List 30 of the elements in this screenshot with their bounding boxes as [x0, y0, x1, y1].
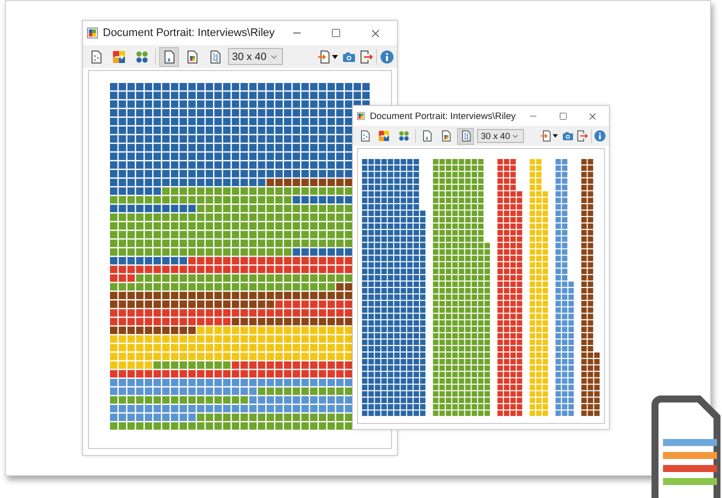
dotted-page-icon: [358, 130, 370, 142]
dotted-page-icon: [89, 50, 103, 64]
app-icon: [87, 27, 98, 39]
colored-page-icon: [440, 130, 452, 142]
info-icon[interactable]: [380, 50, 394, 64]
exit-icon[interactable]: [359, 50, 373, 64]
ruled-page-icon: [208, 50, 222, 64]
color-tiles-icon: [112, 50, 126, 64]
window-title: Document Portrait: Interviews\Riley: [102, 27, 275, 39]
maximize-icon[interactable]: [331, 28, 342, 38]
export-page-icon[interactable]: [540, 130, 560, 142]
page-icon: [420, 130, 433, 142]
app-icon: [357, 111, 365, 122]
colored-page-icon: [185, 50, 199, 64]
camera-icon[interactable]: [342, 50, 356, 64]
export-page-icon[interactable]: [317, 50, 339, 64]
toolbar-button[interactable]: [457, 128, 474, 145]
color-tiles-icon: [378, 130, 390, 142]
toolbar-button[interactable]: [159, 46, 179, 66]
size-select[interactable]: 30 x 40: [476, 128, 524, 144]
camera-icon[interactable]: [562, 130, 574, 142]
page-icon: [162, 50, 176, 64]
info-icon[interactable]: [594, 130, 606, 142]
window-title: Document Portrait: Interviews\Riley: [370, 111, 516, 122]
exit-icon[interactable]: [576, 130, 588, 142]
dots-icon: [135, 50, 149, 64]
dots-icon: [398, 130, 410, 142]
ruled-page-icon: [460, 130, 472, 142]
close-icon[interactable]: [587, 110, 598, 122]
size-select[interactable]: 30 x 40: [228, 48, 283, 65]
